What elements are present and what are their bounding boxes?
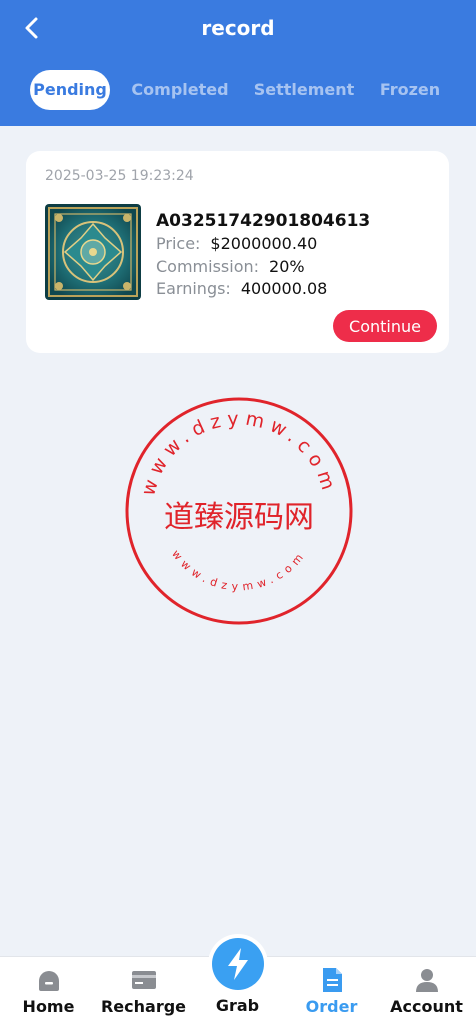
tab-pending[interactable]: Pending bbox=[30, 70, 110, 110]
nav-grab-label: Grab bbox=[215, 996, 260, 1015]
nav-home-label: Home bbox=[22, 997, 75, 1016]
order-id: A03251742901804613 bbox=[156, 211, 371, 231]
card-icon bbox=[132, 971, 156, 989]
continue-button[interactable]: Continue bbox=[333, 310, 437, 342]
commission-row: Commission: 20% bbox=[156, 257, 305, 276]
grab-circle bbox=[212, 938, 264, 990]
tab-completed[interactable]: Completed bbox=[130, 70, 230, 110]
tab-settlement[interactable]: Settlement bbox=[252, 70, 356, 110]
earnings-value: 400000.08 bbox=[240, 279, 328, 298]
nav-account[interactable]: Account bbox=[379, 957, 474, 1024]
watermark-center-text: 道臻源码网 bbox=[164, 500, 314, 535]
nav-recharge[interactable]: Recharge bbox=[96, 957, 191, 1024]
nav-recharge-label: Recharge bbox=[100, 997, 187, 1016]
earnings-label: Earnings: bbox=[156, 279, 231, 298]
document-icon bbox=[323, 968, 342, 992]
price-label: Price: bbox=[156, 234, 201, 253]
svg-text:www.dzymw.com: www.dzymw.com bbox=[169, 547, 309, 593]
price-row: Price: $2000000.40 bbox=[156, 234, 317, 253]
carpet-image bbox=[45, 204, 141, 300]
watermark-ring-bottom: www.dzymw.com bbox=[169, 547, 304, 593]
page-title: record bbox=[201, 16, 275, 40]
nav-order[interactable]: Order bbox=[284, 957, 379, 1024]
header-bar: record Pending Completed Settlement Froz… bbox=[0, 0, 476, 126]
nav-home[interactable]: Home bbox=[1, 957, 96, 1024]
earnings-row: Earnings: 400000.08 bbox=[156, 279, 327, 298]
price-value: $2000000.40 bbox=[210, 234, 318, 253]
commission-label: Commission: bbox=[156, 257, 260, 276]
grab-button[interactable] bbox=[208, 934, 268, 994]
home-icon bbox=[39, 971, 59, 991]
commission-value: 20% bbox=[269, 257, 305, 276]
tab-frozen[interactable]: Frozen bbox=[374, 70, 446, 110]
order-card: 2025-03-25 19:23:24 A03251742901804613 P… bbox=[26, 151, 449, 353]
user-icon bbox=[416, 969, 438, 992]
watermark-stamp: www.dzymw.com 道臻源码网 www.dzymw.com bbox=[123, 395, 355, 627]
nav-order-label: Order bbox=[305, 997, 358, 1016]
svg-text:www.dzymw.com: www.dzymw.com bbox=[137, 408, 341, 498]
nav-account-label: Account bbox=[390, 997, 463, 1016]
order-timestamp: 2025-03-25 19:23:24 bbox=[45, 168, 194, 184]
lightning-icon bbox=[228, 948, 248, 980]
tab-bar: Pending Completed Settlement Frozen bbox=[0, 70, 476, 110]
watermark-ring-top: www.dzymw.com bbox=[137, 408, 335, 498]
